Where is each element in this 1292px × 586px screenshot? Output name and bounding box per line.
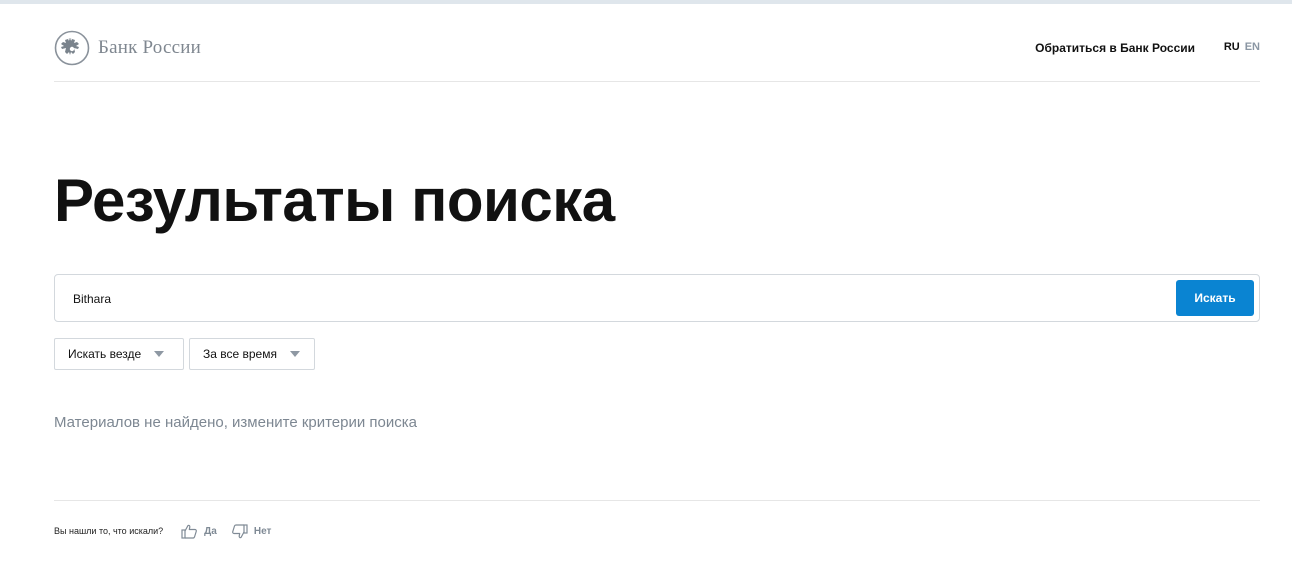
divider xyxy=(54,500,1260,501)
lang-ru[interactable]: RU xyxy=(1224,41,1240,53)
no-results-message: Материалов не найдено, измените критерии… xyxy=(54,414,417,431)
chevron-down-icon xyxy=(154,351,165,357)
feedback-bar: Вы нашли то, что искали? Да Нет xyxy=(54,522,271,540)
feedback-yes-label: Да xyxy=(204,525,217,537)
search-button[interactable]: Искать xyxy=(1176,280,1254,316)
search-input[interactable] xyxy=(73,289,1153,309)
contact-bank-link[interactable]: Обратиться в Банк России xyxy=(1035,41,1195,55)
top-strip xyxy=(0,0,1292,4)
lang-en[interactable]: EN xyxy=(1245,41,1260,53)
language-switcher: RU EN xyxy=(1224,41,1260,53)
filter-time-label: За все время xyxy=(203,347,277,361)
feedback-yes-button[interactable]: Да xyxy=(181,524,217,539)
logo-text: Банк России xyxy=(98,37,201,58)
feedback-question: Вы нашли то, что искали? xyxy=(54,526,164,536)
site-header: Банк России Обратиться в Банк России RU E… xyxy=(54,28,1260,82)
thumbs-down-icon xyxy=(231,523,248,538)
filter-time-dropdown[interactable]: За все время xyxy=(189,338,315,370)
feedback-no-label: Нет xyxy=(253,525,272,537)
chevron-down-icon xyxy=(289,351,300,357)
emblem-icon xyxy=(54,30,90,66)
page-title: Результаты поиска xyxy=(54,167,615,234)
thumbs-up-icon xyxy=(181,524,198,539)
feedback-no-button[interactable]: Нет xyxy=(231,523,272,539)
search-box: Искать xyxy=(54,274,1260,322)
filter-where-label: Искать везде xyxy=(68,347,142,361)
filter-where-dropdown[interactable]: Искать везде xyxy=(54,338,184,370)
logo[interactable]: Банк России xyxy=(54,30,201,66)
